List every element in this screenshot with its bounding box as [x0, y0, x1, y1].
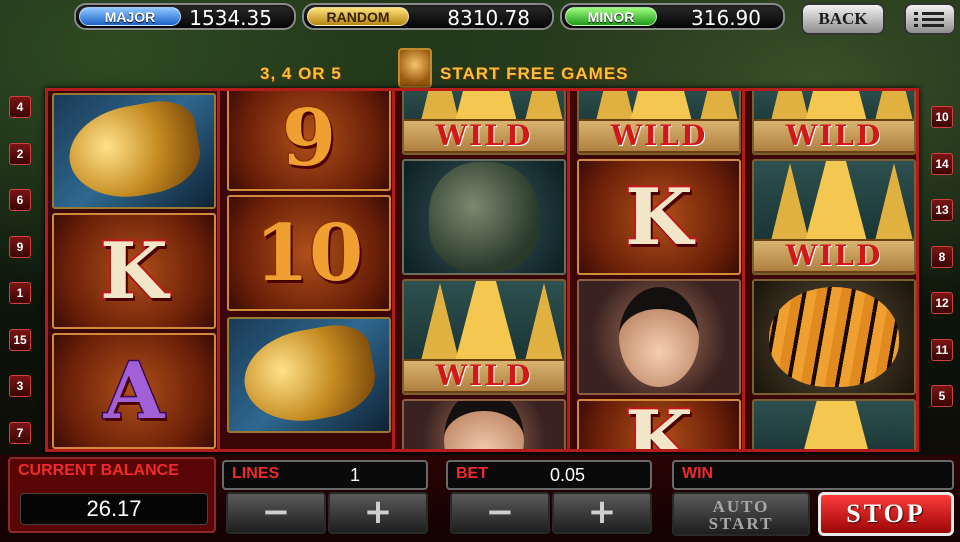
king-symbol: K	[577, 159, 741, 275]
auto-start-line2: START	[708, 514, 774, 533]
wild-temple-symbol: WILD	[577, 91, 741, 155]
jackpot-major-value: 1534.35	[189, 6, 272, 30]
hamburger-menu-icon	[914, 12, 944, 28]
ten-symbol: 10	[227, 195, 391, 311]
wild-label: WILD	[404, 359, 564, 393]
payline-marker[interactable]: 15	[9, 328, 31, 351]
payline-marker[interactable]: 12	[931, 292, 953, 314]
lady-symbol	[577, 279, 741, 395]
payline-numbers-left: 4 2 6 9 1 15 3 7	[9, 96, 33, 468]
lady-symbol	[402, 399, 566, 449]
jackpot-random-value: 8310.78	[447, 6, 530, 30]
reel-1: K A	[48, 91, 220, 449]
auto-start-line1: AUTO	[712, 497, 770, 516]
payline-marker[interactable]: 3	[9, 375, 31, 397]
auto-start-button[interactable]: AUTO START	[672, 492, 810, 536]
reel-3: WILD WILD	[398, 91, 570, 449]
jackpot-minor: MINOR 316.90	[560, 3, 785, 30]
win-label: WIN	[682, 465, 714, 482]
bet-decrease-button[interactable]: −	[450, 492, 550, 534]
wild-label: WILD	[754, 119, 914, 153]
payline-marker[interactable]: 8	[931, 245, 953, 268]
lines-display: LINES 1	[222, 460, 428, 490]
lines-decrease-button[interactable]: −	[226, 492, 326, 534]
jackpot-random-label: RANDOM	[307, 7, 409, 26]
king-symbol: K	[577, 399, 741, 449]
jackpot-minor-value: 316.90	[691, 6, 761, 30]
jackpot-major: MAJOR 1534.35	[74, 3, 296, 30]
banner-free-games-text: START FREE GAMES	[440, 64, 629, 83]
payline-marker[interactable]: 13	[931, 199, 953, 221]
balance-value: 26.17	[20, 493, 208, 525]
wild-temple-symbol: WILD	[402, 91, 566, 155]
wild-temple-symbol: WILD	[752, 91, 916, 155]
reel-2: 9 10	[223, 91, 395, 449]
foo-dog-lion-symbol	[402, 159, 566, 275]
bet-increase-button[interactable]: +	[552, 492, 652, 534]
balance-label: CURRENT BALANCE	[18, 462, 179, 479]
wild-label: WILD	[579, 119, 739, 153]
wild-label: WILD	[404, 119, 564, 153]
dragon-symbol	[52, 93, 216, 209]
lines-label: LINES	[232, 465, 280, 482]
payline-marker[interactable]: 10	[931, 106, 953, 128]
wild-label: WILD	[754, 239, 914, 273]
jackpot-random: RANDOM 8310.78	[302, 3, 554, 30]
wild-temple-symbol: WILD	[752, 159, 916, 275]
reel-5: WILD WILD	[748, 91, 916, 449]
payline-numbers-right: 10 14 13 8 12 11 5	[931, 106, 955, 432]
win-display: WIN	[672, 460, 954, 490]
payline-marker[interactable]: 9	[9, 235, 31, 258]
jackpot-minor-label: MINOR	[565, 7, 657, 26]
king-symbol: K	[52, 213, 216, 329]
balance-box: CURRENT BALANCE 26.17	[8, 457, 216, 533]
wild-temple-symbol: WILD	[402, 279, 566, 395]
menu-button[interactable]	[904, 3, 956, 35]
control-panel: CURRENT BALANCE 26.17 LINES 1 − + BET 0.…	[0, 455, 960, 542]
bet-display: BET 0.05	[446, 460, 652, 490]
dragon-symbol	[227, 317, 391, 433]
bet-value: 0.05	[550, 465, 586, 485]
payline-marker[interactable]: 11	[931, 338, 953, 361]
banner-count-text: 3, 4 OR 5	[260, 64, 342, 83]
tiger-symbol	[752, 279, 916, 395]
buddha-scatter-icon	[398, 48, 432, 88]
bet-label: BET	[456, 465, 488, 482]
ace-symbol: A	[52, 333, 216, 449]
payline-marker[interactable]: 6	[9, 189, 31, 211]
payline-marker[interactable]: 2	[9, 142, 31, 165]
jackpot-major-label: MAJOR	[79, 7, 181, 26]
payline-marker[interactable]: 7	[9, 421, 31, 444]
payline-marker[interactable]: 5	[931, 385, 953, 407]
lines-increase-button[interactable]: +	[328, 492, 428, 534]
reel-area: K A 9 10 WILD WILD WILD K K WILD WILD	[45, 88, 919, 452]
back-button[interactable]: BACK	[801, 3, 885, 35]
payline-marker[interactable]: 1	[9, 282, 31, 304]
payline-marker[interactable]: 4	[9, 96, 31, 118]
payline-marker[interactable]: 14	[931, 152, 953, 175]
nine-symbol: 9	[227, 91, 391, 191]
lines-value: 1	[350, 465, 361, 485]
temple-symbol	[752, 399, 916, 449]
stop-button[interactable]: STOP	[818, 492, 954, 536]
reel-4: WILD K K	[573, 91, 745, 449]
